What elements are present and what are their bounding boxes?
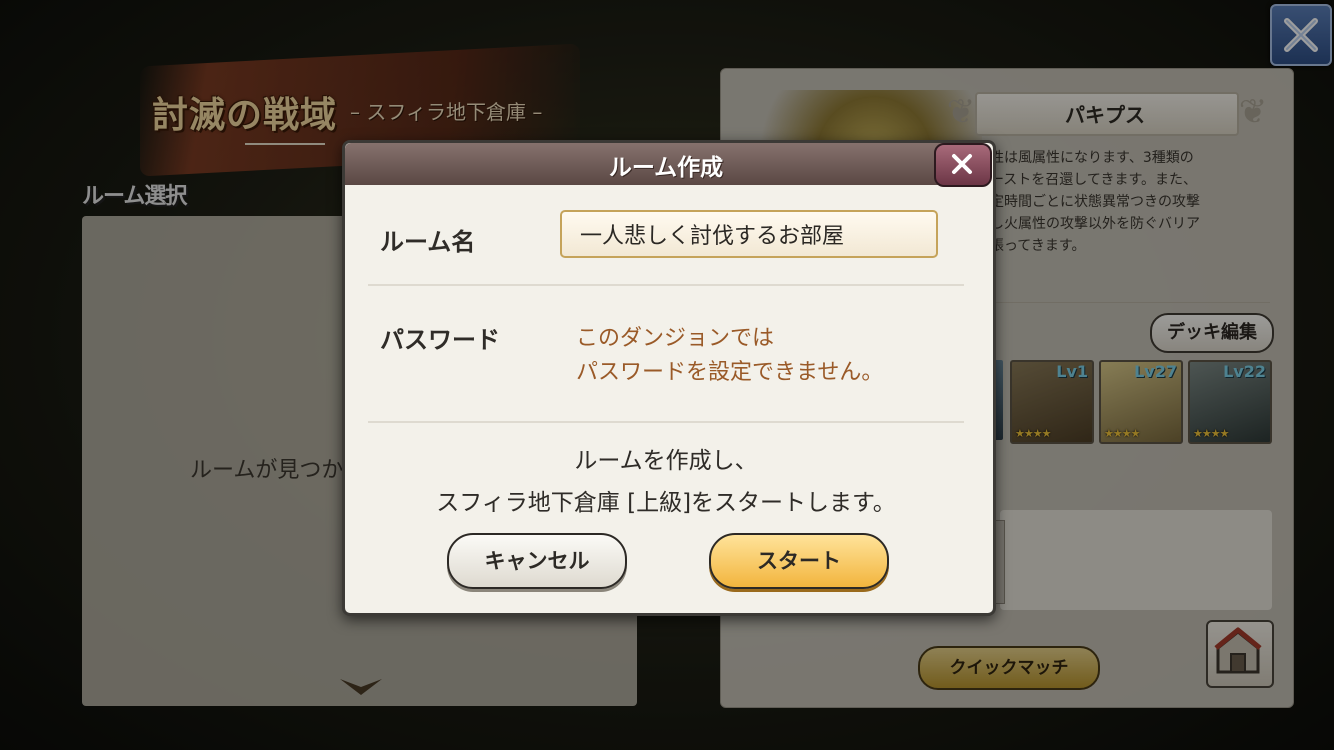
room-name-input[interactable] bbox=[560, 210, 938, 258]
password-label: パスワード bbox=[380, 326, 500, 354]
password-note-line: このダンジョンでは bbox=[576, 326, 775, 351]
room-name-label: ルーム名 bbox=[380, 228, 476, 256]
password-note-line: パスワードを設定できません。 bbox=[576, 360, 884, 385]
dialog-title: ルーム作成 bbox=[608, 155, 724, 181]
confirm-line: スフィラ地下倉庫 [上級]をスタートします。 bbox=[436, 490, 896, 516]
password-note: このダンジョンでは パスワードを設定できません。 bbox=[576, 322, 883, 390]
confirm-message: ルームを作成し、 スフィラ地下倉庫 [上級]をスタートします。 bbox=[345, 440, 987, 524]
divider bbox=[368, 284, 964, 286]
close-icon bbox=[952, 154, 972, 174]
dialog-close-button[interactable] bbox=[934, 143, 992, 187]
cancel-button[interactable]: キャンセル bbox=[447, 533, 627, 589]
divider bbox=[368, 421, 964, 423]
confirm-line: ルームを作成し、 bbox=[574, 448, 758, 474]
start-button[interactable]: スタート bbox=[709, 533, 889, 589]
